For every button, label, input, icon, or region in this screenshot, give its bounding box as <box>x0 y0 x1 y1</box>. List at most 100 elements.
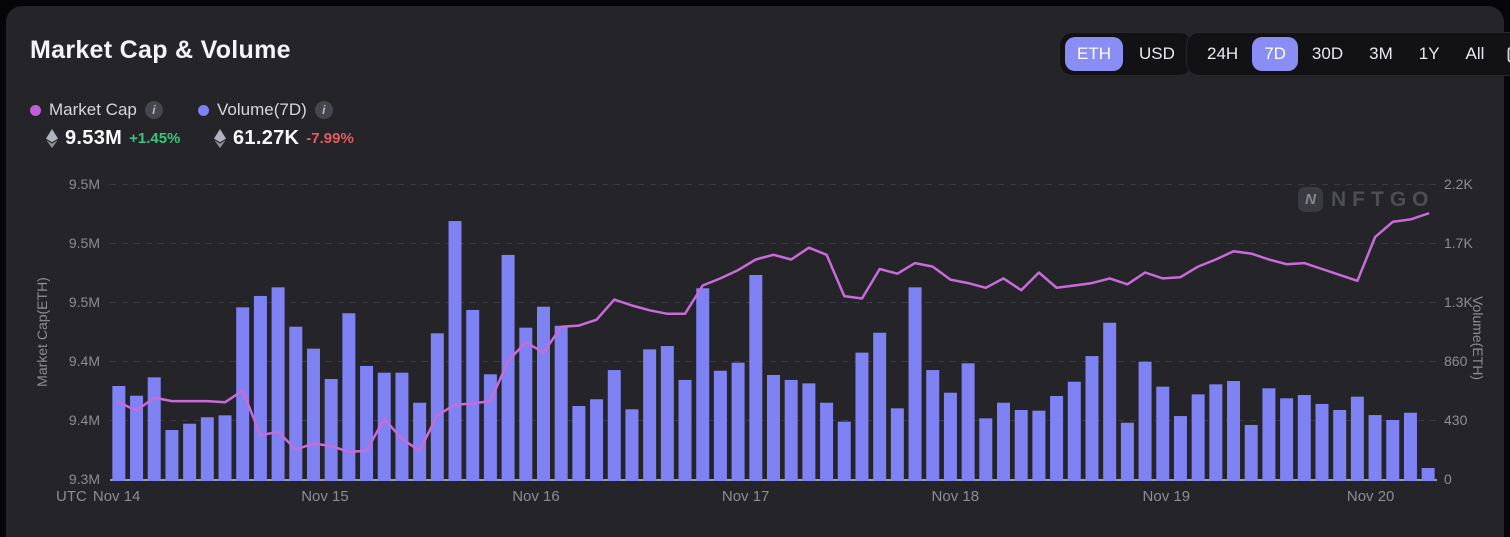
volume-bar[interactable] <box>342 313 355 481</box>
volume-bar[interactable] <box>979 418 992 481</box>
volume-bar[interactable] <box>1404 413 1417 481</box>
market-cap-volume-widget: Market Cap & Volume ETHUSD 24H7D30D3M1YA… <box>0 0 1510 537</box>
volume-bar[interactable] <box>1298 395 1311 481</box>
left-axis-tick: 9.4M <box>69 412 100 428</box>
volume-bar[interactable] <box>201 417 214 481</box>
volume-bar[interactable] <box>590 399 603 481</box>
volume-bar[interactable] <box>891 408 904 481</box>
left-axis-title: Market Cap(ETH) <box>34 277 50 387</box>
volume-bar[interactable] <box>307 349 320 481</box>
volume-bar[interactable] <box>360 366 373 481</box>
volume-bar[interactable] <box>289 327 302 481</box>
volume-bar[interactable] <box>1280 398 1293 481</box>
currency-toggle: ETHUSD <box>1059 32 1193 76</box>
volume-bar[interactable] <box>1085 356 1098 481</box>
range-option-7d[interactable]: 7D <box>1252 37 1298 71</box>
volume-bar[interactable] <box>1315 404 1328 481</box>
x-axis-tick: Nov 19 <box>1143 488 1191 505</box>
volume-bar[interactable] <box>1015 410 1028 481</box>
range-option-3m[interactable]: 3M <box>1357 37 1405 71</box>
volume-bar[interactable] <box>625 409 638 481</box>
volume-bar[interactable] <box>1369 415 1382 481</box>
volume-bar[interactable] <box>696 288 709 481</box>
volume-bar[interactable] <box>395 373 408 481</box>
volume-bar[interactable] <box>165 430 178 481</box>
volume-bar[interactable] <box>926 370 939 481</box>
volume-bars <box>112 221 1434 481</box>
volume-bar[interactable] <box>944 393 957 481</box>
volume-bar[interactable] <box>1103 323 1116 481</box>
volume-bar[interactable] <box>1386 420 1399 481</box>
volume-bar[interactable] <box>112 386 125 481</box>
volume-bar[interactable] <box>1032 411 1045 481</box>
left-axis-tick: 9.5M <box>69 235 100 251</box>
volume-bar[interactable] <box>431 333 444 481</box>
volume-bar[interactable] <box>1422 468 1435 481</box>
volume-bar[interactable] <box>714 371 727 481</box>
volume-bar[interactable] <box>449 221 462 481</box>
x-axis-tick: Nov 17 <box>722 488 770 505</box>
volume-bar[interactable] <box>1351 397 1364 481</box>
volume-bar[interactable] <box>962 363 975 481</box>
volume-bar[interactable] <box>732 363 745 481</box>
volume-bar[interactable] <box>1227 381 1240 481</box>
volume-bar[interactable] <box>1139 362 1152 481</box>
volume-bar[interactable] <box>855 353 868 481</box>
info-icon[interactable]: i <box>145 101 163 119</box>
volume-bar[interactable] <box>608 370 621 481</box>
volume-bar[interactable] <box>643 349 656 481</box>
legend-volume: Volume(7D) i <box>198 100 333 120</box>
chart-plot-area[interactable] <box>110 184 1437 482</box>
right-axis-tick: 2.2K <box>1444 176 1473 192</box>
right-axis-tick: 1.3K <box>1444 294 1473 310</box>
left-axis-tick: 9.3M <box>69 471 100 487</box>
volume-bar[interactable] <box>785 380 798 481</box>
volume-bar[interactable] <box>183 424 196 481</box>
volume-bar[interactable] <box>802 383 815 481</box>
volume-bar[interactable] <box>820 403 833 481</box>
legend-volume-value: 61.27K -7.99% <box>214 127 354 150</box>
volume-bar[interactable] <box>1156 387 1169 481</box>
x-axis-tick: Nov 20 <box>1347 488 1395 505</box>
volume-bar[interactable] <box>1262 388 1275 481</box>
volume-bar[interactable] <box>502 255 515 481</box>
volume-bar[interactable] <box>1174 416 1187 481</box>
right-axis-tick: 1.7K <box>1444 235 1473 251</box>
volume-bar[interactable] <box>537 307 550 481</box>
volume-bar[interactable] <box>767 375 780 481</box>
x-axis-labels: UTC Nov 14Nov 15Nov 16Nov 17Nov 18Nov 19… <box>0 488 1510 510</box>
volume-bar[interactable] <box>1245 425 1258 481</box>
volume-label: Volume(7D) <box>217 100 307 120</box>
range-option-24h[interactable]: 24H <box>1195 37 1250 71</box>
volume-bar[interactable] <box>1050 396 1063 481</box>
info-icon[interactable]: i <box>315 101 333 119</box>
volume-bar[interactable] <box>555 326 568 481</box>
volume-bar[interactable] <box>873 333 886 481</box>
currency-option-eth[interactable]: ETH <box>1065 37 1123 71</box>
range-option-30d[interactable]: 30D <box>1300 37 1355 71</box>
volume-bar[interactable] <box>254 296 267 481</box>
volume-bar[interactable] <box>572 406 585 481</box>
eth-icon <box>214 129 226 148</box>
left-axis-tick: 9.4M <box>69 353 100 369</box>
currency-option-usd[interactable]: USD <box>1127 37 1187 71</box>
volume-bar[interactable] <box>272 287 285 481</box>
volume-bar[interactable] <box>219 415 232 481</box>
volume-bar[interactable] <box>997 403 1010 481</box>
volume-bar[interactable] <box>1121 423 1134 481</box>
volume-bar[interactable] <box>749 275 762 481</box>
volume-bar[interactable] <box>679 380 692 481</box>
x-axis-tick: Nov 14 <box>93 488 141 505</box>
volume-bar[interactable] <box>148 377 161 481</box>
volume-bar[interactable] <box>1333 410 1346 481</box>
volume-bar[interactable] <box>1209 384 1222 481</box>
volume-bar[interactable] <box>1192 394 1205 481</box>
volume-bar[interactable] <box>466 310 479 481</box>
volume-bar[interactable] <box>519 328 532 481</box>
volume-bar[interactable] <box>909 287 922 481</box>
volume-bar[interactable] <box>838 422 851 481</box>
volume-bar[interactable] <box>325 379 338 481</box>
volume-bar[interactable] <box>661 346 674 481</box>
left-axis-ticks: 9.5M9.5M9.5M9.4M9.4M9.3M <box>30 0 100 537</box>
volume-bar[interactable] <box>1068 382 1081 481</box>
